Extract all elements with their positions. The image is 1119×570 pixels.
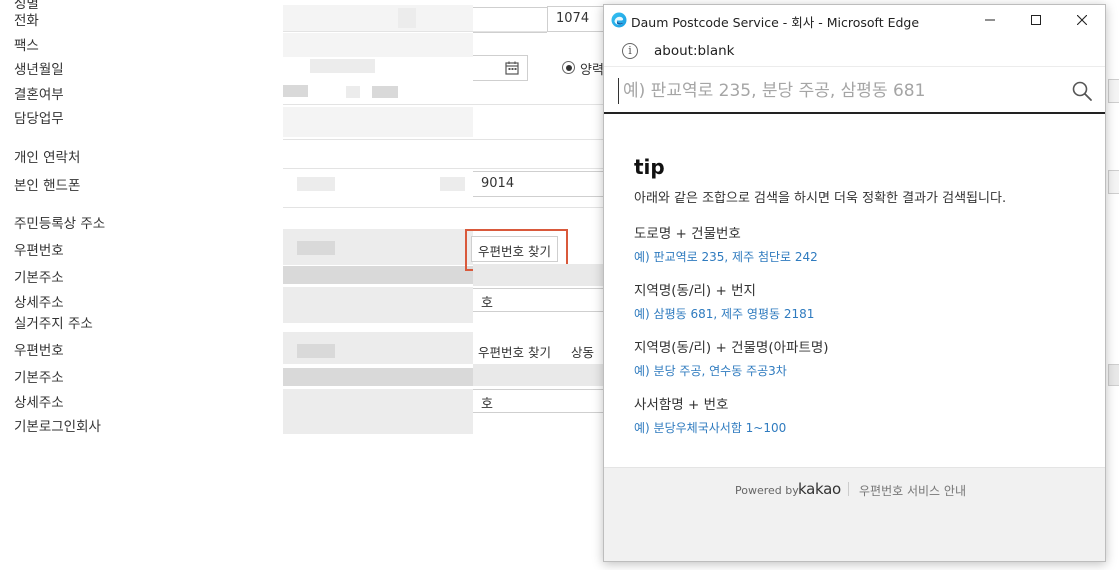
powered-by-text: Powered by <box>735 484 799 497</box>
maximize-icon <box>1031 15 1041 25</box>
footer-divider <box>848 482 849 496</box>
masked-value <box>283 368 473 386</box>
close-button[interactable] <box>1059 5 1105 35</box>
masked-value <box>297 177 335 191</box>
tip-heading: 지역명(동/리) + 번지 <box>634 283 756 299</box>
label-detail-1: 상세주소 <box>14 295 64 311</box>
masked-value <box>283 33 473 57</box>
label-birth: 생년월일 <box>14 62 64 78</box>
label-postcode-1: 우편번호 <box>14 243 64 259</box>
tip-example: 예) 판교역로 235, 제주 첨단로 242 <box>634 250 818 264</box>
maximize-button[interactable] <box>1013 5 1059 35</box>
row-divider <box>283 104 608 105</box>
masked-value <box>346 86 360 98</box>
detail-1-field[interactable]: 호 <box>473 288 608 312</box>
search-icon[interactable] <box>1071 80 1093 102</box>
same-as-button[interactable]: 상동 <box>571 342 594 361</box>
label-duty: 담당업무 <box>14 111 64 127</box>
masked-value <box>297 344 335 358</box>
address-bar[interactable]: i about:blank <box>604 35 1105 67</box>
label-fax: 팩스 <box>14 38 39 54</box>
tip-example: 예) 삼평동 681, 제주 영평동 2181 <box>634 307 815 321</box>
masked-value <box>283 389 473 434</box>
popup-footer: Powered by kakao 우편번호 서비스 안내 <box>604 467 1105 561</box>
label-postcode-2: 우편번호 <box>14 343 64 359</box>
find-postcode-button-2[interactable]: 우편번호 찾기 <box>478 342 551 361</box>
info-icon[interactable]: i <box>622 43 638 59</box>
search-bar <box>604 68 1105 114</box>
row-divider <box>283 168 608 169</box>
phone-ext-field[interactable]: 1074 <box>547 6 607 32</box>
label-personal-contact: 개인 연락처 <box>14 150 81 166</box>
row-divider <box>283 207 608 208</box>
masked-value <box>398 8 416 28</box>
search-tips: tip 아래와 같은 조합으로 검색을 하시면 더욱 정확한 결과가 검색됩니다… <box>634 155 1094 450</box>
phone-field-mid[interactable] <box>473 7 547 33</box>
masked-value <box>310 59 375 73</box>
masked-value <box>283 107 473 137</box>
tip-example: 예) 분당 주공, 연수동 주공3차 <box>634 364 787 378</box>
mobile-field[interactable]: 9014 <box>473 171 608 197</box>
solar-radio[interactable] <box>562 61 575 74</box>
detail-2-field[interactable]: 호 <box>473 389 608 413</box>
window-title: Daum Postcode Service - 회사 - Microsoft E… <box>631 15 920 30</box>
postcode-popup-window: Daum Postcode Service - 회사 - Microsoft E… <box>603 4 1106 562</box>
masked-value <box>283 287 473 323</box>
label-residence-address: 실거주지 주소 <box>14 316 93 332</box>
close-icon <box>1077 15 1087 25</box>
label-address-2: 기본주소 <box>14 370 64 386</box>
masked-value <box>297 241 335 255</box>
masked-value <box>283 85 308 97</box>
service-info-link[interactable]: 우편번호 서비스 안내 <box>859 482 966 499</box>
tip-description: 아래와 같은 조합으로 검색을 하시면 더욱 정확한 결과가 검색됩니다. <box>634 191 1007 206</box>
masked-value <box>283 5 473 31</box>
label-phone: 전화 <box>14 13 39 29</box>
detail-2-value: 호 <box>481 397 493 412</box>
birth-date-field[interactable] <box>473 55 528 81</box>
address-search-input[interactable] <box>618 78 1058 104</box>
masked-value <box>283 266 473 284</box>
edge-browser-icon <box>611 12 627 28</box>
label-address-1: 기본주소 <box>14 270 64 286</box>
tip-title: tip <box>634 155 665 179</box>
address-2-field[interactable] <box>473 364 608 386</box>
field-edge <box>1108 364 1119 386</box>
label-detail-2: 상세주소 <box>14 395 64 411</box>
row-divider <box>283 139 608 140</box>
masked-value <box>372 86 398 98</box>
tip-heading: 사서함명 + 번호 <box>634 397 729 413</box>
tip-heading: 도로명 + 건물번호 <box>634 226 741 242</box>
address-1-field[interactable] <box>473 264 608 286</box>
label-marriage: 결혼여부 <box>14 87 64 103</box>
minimize-button[interactable] <box>967 5 1013 35</box>
mobile-value: 9014 <box>481 176 515 191</box>
label-mobile: 본인 핸드폰 <box>14 178 81 194</box>
label-default-company: 기본로그인회사 <box>14 419 101 435</box>
masked-value <box>440 177 465 191</box>
solar-radio-label: 양력 <box>580 63 604 78</box>
minimize-icon <box>985 19 995 21</box>
field-edge <box>1108 170 1119 194</box>
detail-1-value: 호 <box>481 296 493 311</box>
tip-example: 예) 분당우체국사서함 1~100 <box>634 421 787 435</box>
kakao-logo[interactable]: kakao <box>798 480 841 498</box>
calendar-icon[interactable] <box>505 61 519 75</box>
field-edge <box>1108 79 1119 103</box>
window-titlebar[interactable]: Daum Postcode Service - 회사 - Microsoft E… <box>604 5 1105 35</box>
url-text: about:blank <box>654 43 735 59</box>
tip-heading: 지역명(동/리) + 건물명(아파트명) <box>634 340 829 356</box>
label-registered-address: 주민등록상 주소 <box>14 216 106 232</box>
